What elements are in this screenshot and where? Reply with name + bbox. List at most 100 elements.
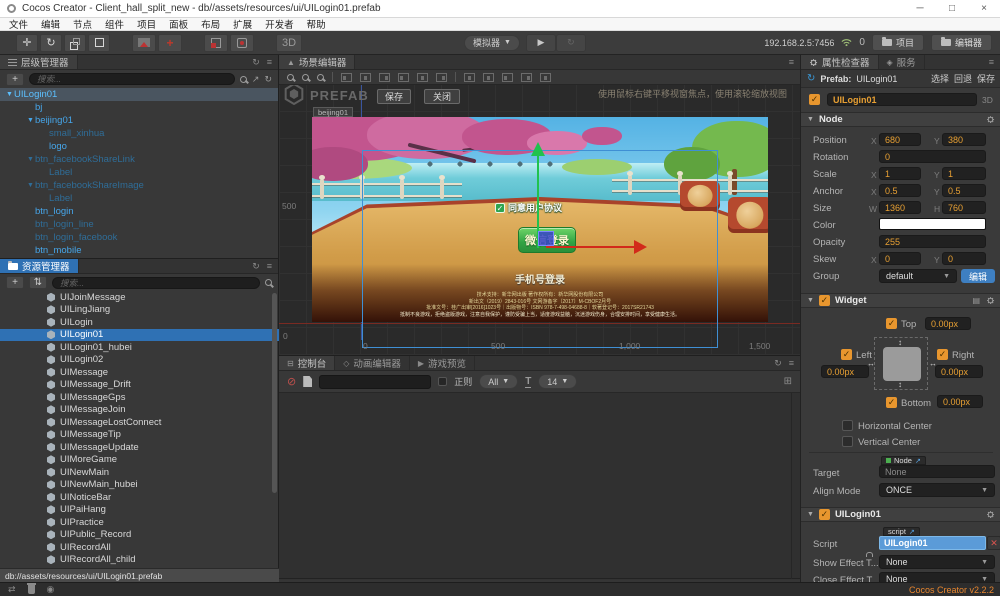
menu-developer[interactable]: 开发者 xyxy=(265,17,294,31)
scene-canvas[interactable]: PREFAB 保存 关闭 使用鼠标右键平移视窗焦点，使用滚轮缩放视图 beiji… xyxy=(279,85,800,355)
tree-node[interactable]: ▼ btn_facebookShareLink xyxy=(0,153,278,166)
asset-item[interactable]: UINewMain xyxy=(0,466,279,479)
menu-panel[interactable]: 面板 xyxy=(169,17,188,31)
tree-node[interactable]: btn_login_line xyxy=(0,218,278,231)
tab-inspector[interactable]: 属性检查器 xyxy=(801,55,879,69)
asset-item[interactable]: UILogin02 xyxy=(0,354,279,367)
assets-scrollbar[interactable] xyxy=(272,293,277,493)
asset-item[interactable]: UINoticeBar xyxy=(0,491,279,504)
asset-item[interactable]: UIRecordAll_child xyxy=(0,554,279,567)
move-tool-button[interactable]: ✛ xyxy=(16,33,38,52)
menu-layout[interactable]: 布局 xyxy=(201,17,220,31)
search-icon[interactable] xyxy=(239,75,247,83)
gear-icon[interactable] xyxy=(986,510,995,519)
asset-item[interactable]: UILogin01_hubei xyxy=(0,341,279,354)
remove-script-button[interactable]: ✕ xyxy=(987,536,1000,550)
console-output[interactable] xyxy=(279,393,800,579)
widget-bottom-checkbox[interactable]: ✓ xyxy=(886,397,897,408)
position-y-field[interactable]: 380 xyxy=(942,133,986,146)
sync-assets-icon[interactable]: ⇄ xyxy=(8,584,16,595)
log-level-dropdown[interactable]: All ▼ xyxy=(479,374,519,389)
gear-icon[interactable] xyxy=(986,296,995,305)
asset-item[interactable]: UIMessageUpdate xyxy=(0,441,279,454)
expand-all-icon[interactable]: ↗ xyxy=(252,74,260,85)
skew-x-field[interactable]: 0 xyxy=(879,252,921,265)
open-link-icon[interactable]: ↗ xyxy=(915,457,921,465)
script-section-header[interactable]: ▼ ✓ UILogin01 xyxy=(801,507,1000,522)
open-editor-button[interactable]: 编辑器 xyxy=(930,34,992,51)
open-project-button[interactable]: 项目 xyxy=(871,34,924,51)
sort-assets-button[interactable]: ⇅ xyxy=(29,276,47,289)
opacity-field[interactable]: 255 xyxy=(879,235,986,248)
vertical-center-checkbox[interactable] xyxy=(842,436,853,447)
tab-assets[interactable]: 资源管理器 xyxy=(0,259,79,273)
regex-checkbox[interactable] xyxy=(438,377,448,386)
panel-menu-icon[interactable]: ≡ xyxy=(789,57,794,67)
gear-icon[interactable] xyxy=(986,115,995,124)
collapse-arrow-icon[interactable]: ▼ xyxy=(26,156,35,163)
save-prefab-button[interactable]: 保存 xyxy=(377,89,411,104)
horizontal-center-checkbox[interactable] xyxy=(842,420,853,431)
size-h-field[interactable]: 760 xyxy=(942,201,986,214)
mode-3d-button[interactable]: 3D xyxy=(276,33,302,52)
tree-node[interactable]: btn_login_facebook xyxy=(0,231,278,244)
fontsize-dropdown[interactable]: 14 ▼ xyxy=(538,374,578,389)
tree-node[interactable]: btn_login xyxy=(0,205,278,218)
same-width-icon[interactable] xyxy=(502,72,513,82)
widget-right-checkbox[interactable]: ✓ xyxy=(937,349,948,360)
asset-item[interactable]: UILingJiang xyxy=(0,304,279,317)
close-effect-dropdown[interactable]: None ▼ xyxy=(879,572,995,582)
menu-help[interactable]: 帮助 xyxy=(307,17,326,31)
asset-item[interactable]: UIMessage xyxy=(0,366,279,379)
menu-file[interactable]: 文件 xyxy=(9,17,28,31)
asset-item[interactable]: UIPublic_Record xyxy=(0,529,279,542)
asset-item-selected[interactable]: UILogin01 xyxy=(0,328,279,341)
group-dropdown[interactable]: default ▼ xyxy=(879,269,957,283)
help-icon[interactable]: ▤ xyxy=(972,296,980,305)
menu-component[interactable]: 组件 xyxy=(105,17,124,31)
zoom-reset-icon[interactable] xyxy=(317,73,324,81)
asset-item[interactable]: UINewMain_hubei xyxy=(0,479,279,492)
refresh-tree-icon[interactable]: ↻ xyxy=(264,74,272,85)
tree-node[interactable]: ▼ beijing01 xyxy=(0,114,278,127)
tree-node[interactable]: bj xyxy=(0,101,278,114)
rect-tool-button[interactable] xyxy=(88,33,110,52)
rotate-tool-button[interactable]: ↻ xyxy=(40,33,62,52)
tab-animation-editor[interactable]: ◇ 动画编辑器 xyxy=(335,356,410,370)
add-asset-button[interactable]: + xyxy=(6,276,24,289)
pivot-toggle-button[interactable] xyxy=(132,33,156,52)
asset-item[interactable]: UIPaiHang xyxy=(0,504,279,517)
tab-service[interactable]: ◈ 服务 xyxy=(879,55,925,69)
anchor-y-field[interactable]: 0.5 xyxy=(942,184,986,197)
panel-menu-icon[interactable]: ≡ xyxy=(267,261,272,271)
console-filter-input[interactable] xyxy=(319,374,432,389)
prefab-select-link[interactable]: 选择 xyxy=(931,72,949,85)
scale-y-field[interactable]: 1 xyxy=(942,167,986,180)
position-x-field[interactable]: 680 xyxy=(879,133,921,146)
expand-console-icon[interactable]: ⊞ xyxy=(784,376,800,387)
align-right-icon[interactable] xyxy=(379,72,390,82)
same-size-icon[interactable] xyxy=(540,72,551,82)
node-name-field[interactable]: UILogin01 xyxy=(827,93,977,106)
gizmo-toggle-button[interactable] xyxy=(230,33,254,52)
anchor-x-field[interactable]: 0.5 xyxy=(879,184,921,197)
prefab-revert-link[interactable]: 回退 xyxy=(954,72,972,85)
zoom-out-icon[interactable] xyxy=(302,73,309,81)
asset-item[interactable]: UIMessageTip xyxy=(0,429,279,442)
tree-node-uilogin01[interactable]: ▼ UILogin01 xyxy=(0,88,278,101)
collapse-arrow-icon[interactable]: ▼ xyxy=(807,297,814,304)
zoom-in-icon[interactable] xyxy=(287,73,294,81)
collapse-arrow-icon[interactable]: ▼ xyxy=(807,511,814,518)
distribute-h-icon[interactable] xyxy=(464,72,475,82)
panel-menu-icon[interactable]: ≡ xyxy=(989,57,994,67)
open-link-icon[interactable]: ↗ xyxy=(909,528,915,536)
size-w-field[interactable]: 1360 xyxy=(879,201,921,214)
gizmo-x-arrow-icon[interactable] xyxy=(634,240,647,254)
log-file-icon[interactable] xyxy=(303,376,313,387)
widget-top-checkbox[interactable]: ✓ xyxy=(886,318,897,329)
panel-popout-icon[interactable]: ↻ xyxy=(774,358,782,369)
scale-tool-button[interactable] xyxy=(64,33,86,52)
asset-item[interactable]: UIMessageLostConnect xyxy=(0,416,279,429)
collapse-arrow-icon[interactable]: ▼ xyxy=(26,117,35,124)
hierarchy-search-input[interactable] xyxy=(29,73,235,85)
